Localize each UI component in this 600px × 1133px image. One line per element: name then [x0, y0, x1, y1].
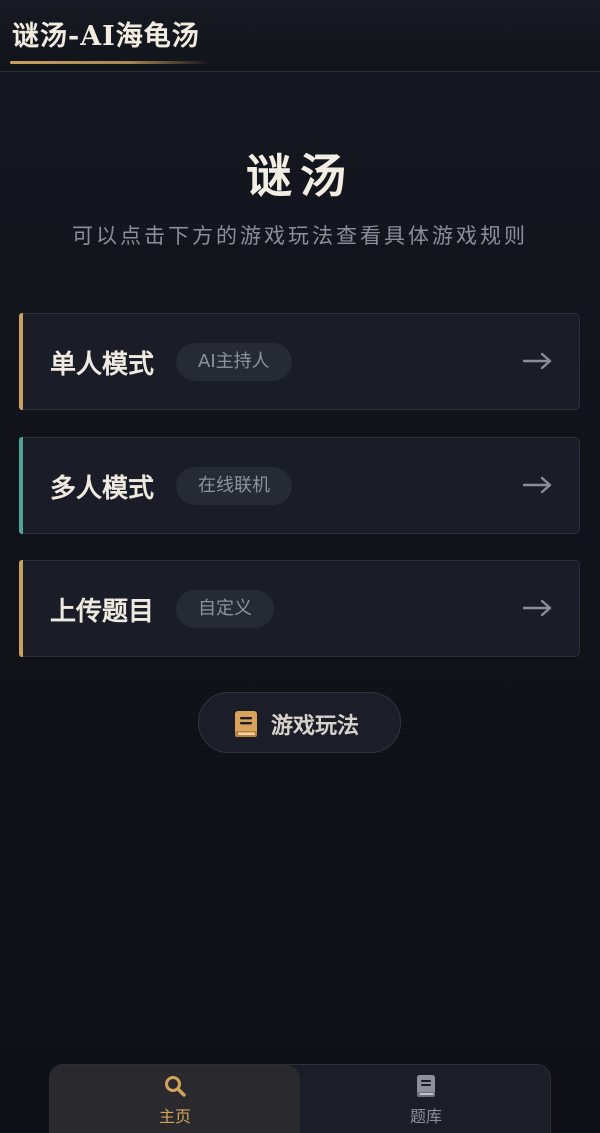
hero-subtitle: 可以点击下方的游戏玩法查看具体游戏规则: [72, 224, 528, 248]
card-accent-bar: [19, 560, 23, 657]
title-underline: [10, 61, 210, 64]
card-accent-bar: [19, 313, 23, 410]
how-to-play-button[interactable]: 游戏玩法: [198, 692, 401, 753]
how-to-play-label: 游戏玩法: [271, 714, 360, 739]
arrow-right-icon: [523, 599, 552, 617]
app-title: 谜汤-AI海龟汤: [12, 21, 200, 52]
arrow-right-icon: [523, 476, 552, 494]
mode-badge: 自定义: [176, 590, 274, 628]
mode-name: 多人模式: [50, 474, 155, 504]
mode-badge: 在线联机: [176, 467, 292, 505]
mode-name: 单人模式: [50, 350, 155, 380]
book-icon: [417, 1075, 435, 1097]
book-icon: [235, 711, 257, 737]
mode-badge: AI主持人: [176, 343, 292, 381]
single-player-mode-card[interactable]: 单人模式 AI主持人: [19, 313, 580, 410]
multi-player-mode-card[interactable]: 多人模式 在线联机: [19, 437, 580, 534]
nav-item-home[interactable]: 主页: [50, 1065, 300, 1133]
nav-item-question-bank[interactable]: 题库: [301, 1065, 551, 1133]
hero-title: 谜汤: [246, 149, 354, 203]
nav-label-home: 主页: [158, 1107, 191, 1126]
bottom-nav: 主页 题库: [49, 1064, 551, 1133]
search-icon: [165, 1076, 186, 1097]
nav-label-question-bank: 题库: [409, 1107, 442, 1126]
card-accent-bar: [19, 437, 23, 534]
mode-name: 上传题目: [50, 597, 155, 627]
app-header: 谜汤-AI海龟汤: [0, 0, 600, 72]
upload-question-card[interactable]: 上传题目 自定义: [19, 560, 580, 657]
arrow-right-icon: [523, 352, 552, 370]
